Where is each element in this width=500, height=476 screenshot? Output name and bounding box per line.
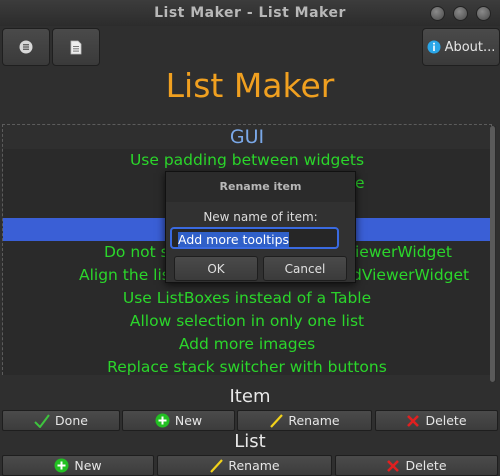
list-scrollbar[interactable] bbox=[490, 126, 496, 382]
item-section-label: Item bbox=[229, 386, 271, 407]
about-button[interactable]: About... bbox=[422, 28, 500, 66]
list-item[interactable]: Replace stack switcher with buttons bbox=[3, 356, 491, 375]
list-item-label: Align the lis bbox=[79, 266, 170, 284]
list-rename-button[interactable]: Rename bbox=[157, 455, 332, 476]
list-item-label: Use padding between widgets bbox=[129, 151, 365, 169]
list-header: GUI bbox=[229, 126, 265, 148]
add-icon bbox=[54, 458, 69, 473]
app-title: List Maker bbox=[165, 66, 335, 105]
ok-label: OK bbox=[207, 261, 225, 276]
delete-label: Delete bbox=[405, 458, 447, 473]
about-label: About... bbox=[444, 39, 496, 55]
window-titlebar: List Maker - List Maker bbox=[0, 0, 500, 27]
item-new-button[interactable]: New bbox=[122, 410, 235, 431]
scrollbar-thumb[interactable] bbox=[490, 126, 495, 382]
item-delete-button[interactable]: Delete bbox=[375, 410, 498, 431]
delete-x-icon bbox=[406, 414, 420, 428]
cancel-label: Cancel bbox=[284, 261, 326, 276]
pencil-icon bbox=[209, 458, 224, 473]
cancel-button[interactable]: Cancel bbox=[263, 256, 347, 281]
list-new-button[interactable]: New bbox=[2, 455, 154, 476]
delete-label: Delete bbox=[425, 413, 467, 428]
dialog-prompt: New name of item: bbox=[203, 210, 318, 224]
list-menu-icon bbox=[19, 40, 33, 54]
list-item[interactable]: Use ListBoxes instead of a Table bbox=[3, 287, 491, 310]
document-button[interactable] bbox=[52, 28, 100, 66]
list-item-label: Use ListBoxes instead of a Table bbox=[122, 289, 372, 307]
rename-dialog: Rename item New name of item: Add more t… bbox=[165, 171, 356, 283]
add-icon bbox=[155, 413, 170, 428]
done-label: Done bbox=[55, 413, 88, 428]
list-section-label: List bbox=[234, 431, 266, 452]
list-item[interactable]: Add more images bbox=[3, 333, 491, 356]
rename-input[interactable]: Add more tooltips bbox=[170, 227, 339, 249]
list-item-label: Add more images bbox=[178, 335, 316, 353]
menu-button[interactable] bbox=[2, 28, 50, 66]
window-title: List Maker - List Maker bbox=[154, 5, 346, 21]
list-item-label-tail: iewerWidget bbox=[355, 243, 453, 261]
list-item-label: Allow selection in only one list bbox=[129, 312, 365, 330]
document-icon bbox=[70, 40, 82, 55]
rename-label: Rename bbox=[288, 413, 340, 428]
list-delete-button[interactable]: Delete bbox=[335, 455, 498, 476]
checkmark-icon bbox=[34, 413, 50, 428]
new-label: New bbox=[74, 458, 102, 473]
list-item-label: Replace stack switcher with buttons bbox=[107, 358, 387, 375]
item-rename-button[interactable]: Rename bbox=[237, 410, 372, 431]
toolbar: About... bbox=[0, 26, 500, 66]
info-icon bbox=[427, 40, 441, 54]
list-item-label-tail: dViewerWidget bbox=[352, 266, 470, 284]
list-item-label: Do not s bbox=[104, 243, 169, 261]
pencil-icon bbox=[269, 413, 284, 428]
list-item[interactable]: Allow selection in only one list bbox=[3, 310, 491, 333]
close-button[interactable] bbox=[476, 6, 491, 21]
list-item-label-tail: e bbox=[355, 174, 365, 192]
delete-x-icon bbox=[386, 459, 400, 473]
maximize-button[interactable] bbox=[453, 6, 468, 21]
list-item[interactable]: Use padding between widgets bbox=[3, 149, 491, 172]
rename-input-value: Add more tooltips bbox=[178, 232, 290, 247]
dialog-title: Rename item bbox=[166, 172, 355, 202]
ok-button[interactable]: OK bbox=[174, 256, 258, 281]
item-done-button[interactable]: Done bbox=[2, 410, 120, 431]
rename-label: Rename bbox=[228, 458, 280, 473]
minimize-button[interactable] bbox=[430, 6, 445, 21]
new-label: New bbox=[174, 413, 203, 428]
